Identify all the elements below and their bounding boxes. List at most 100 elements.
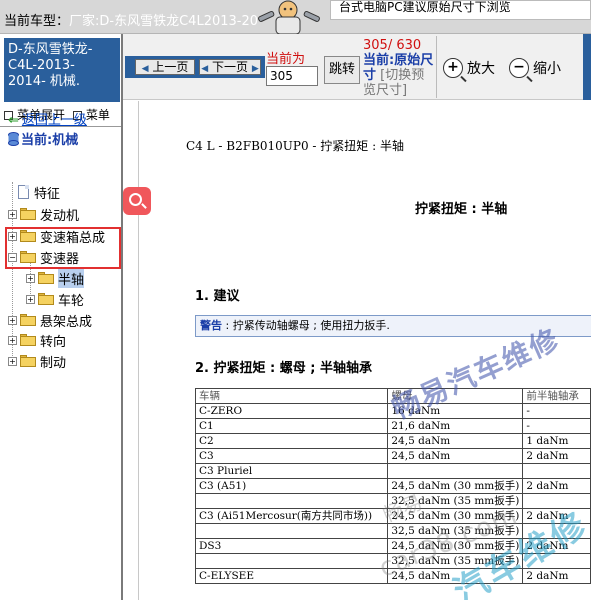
section-heading: 1. 建议 bbox=[195, 289, 240, 304]
table-cell: 32,5 daNm (35 mm扳手) bbox=[387, 553, 524, 569]
document-title: 拧紧扭矩 : 半轴 bbox=[415, 202, 508, 217]
table-header-row: 车辆 螺母 前半轴轴承 bbox=[194, 388, 591, 404]
arrow-left-icon: ◀ bbox=[141, 64, 149, 74]
table-row: C3 Pluriel bbox=[194, 463, 591, 479]
app-window: 当前车型：厂家:D-东风雪铁龙C4L2013-20 台式电脑PC建议原始尺寸下浏… bbox=[0, 0, 591, 600]
folder-icon bbox=[38, 293, 54, 305]
tree-item-engine[interactable]: + 发动机 bbox=[8, 204, 79, 224]
table-cell: 24,5 daNm (30 mm扳手) bbox=[387, 478, 524, 494]
table-header-cell: 螺母 bbox=[387, 388, 524, 404]
table-cell: C3 (Ai51Mercosur(南方共同市场)) bbox=[194, 508, 389, 524]
table-cell: C3 (A51) bbox=[194, 478, 389, 494]
table-cell: 21,6 daNm bbox=[387, 418, 524, 434]
table-row: C3 (Ai51Mercosur(南方共同市场)) 24,5 daNm (30 m… bbox=[194, 508, 591, 524]
table-cell: 1 daNm bbox=[522, 433, 591, 449]
table-row: 32,5 daNm (35 mm扳手) bbox=[194, 523, 591, 539]
divider bbox=[436, 36, 437, 98]
table-row: C-ZERO 16 daNm - bbox=[194, 403, 591, 419]
scrollbar[interactable] bbox=[583, 34, 591, 100]
table-row: C3 (A51) 24,5 daNm (30 mm扳手) 2 daNm bbox=[194, 478, 591, 494]
vehicle-title-line: 2014- 机械. bbox=[8, 74, 81, 89]
table-cell: 32,5 daNm (35 mm扳手) bbox=[387, 523, 524, 539]
document-viewer: C4 L - B2FB010UP0 - 拧紧扭矩 : 半轴 拧紧扭矩 : 半轴 … bbox=[123, 101, 591, 600]
tree-item-brake[interactable]: + 制动 bbox=[8, 351, 66, 371]
table-cell: 24,5 daNm (30 mm扳手) bbox=[387, 508, 524, 524]
back-arrow-icon: ⇐ bbox=[8, 113, 19, 128]
tree-item-wheel[interactable]: + 车轮 bbox=[26, 289, 84, 309]
table-cell bbox=[522, 463, 591, 479]
jump-button[interactable]: 跳转 bbox=[324, 56, 360, 84]
table-cell: 32,5 daNm (35 mm扳手) bbox=[387, 493, 524, 509]
table-header-cell: 前半轴轴承 bbox=[522, 388, 591, 404]
warning-box: 警告 : 拧紧传动轴螺母 ; 使用扭力扳手. bbox=[195, 315, 591, 337]
current-page-label: 当前为 bbox=[266, 52, 306, 67]
table-cell: - bbox=[522, 403, 591, 419]
table-cell: 24,5 daNm (30 mm扳手) bbox=[387, 538, 524, 554]
table-cell: DS3 bbox=[194, 538, 389, 554]
zoom-in-icon: + bbox=[443, 58, 463, 78]
current-node: 当前:机械 bbox=[8, 129, 78, 148]
table-cell: 2 daNm bbox=[522, 508, 591, 524]
table-cell: C-ELYSEE bbox=[194, 568, 389, 584]
expand-plus-icon[interactable]: + bbox=[26, 273, 35, 283]
table-cell: 2 daNm bbox=[522, 448, 591, 464]
table-cell bbox=[522, 553, 591, 569]
table-cell bbox=[387, 463, 524, 479]
arrow-right-icon: ▶ bbox=[251, 64, 259, 74]
table-cell: 24,5 daNm bbox=[387, 568, 524, 584]
folder-icon bbox=[20, 314, 36, 326]
database-icon bbox=[8, 132, 19, 146]
folder-icon bbox=[20, 355, 36, 367]
next-page-button[interactable]: ◀ 下一页 ▶ bbox=[199, 59, 261, 75]
zoom-out-button[interactable]: − 缩小 bbox=[509, 56, 561, 80]
vehicle-title-block: D-东风雪铁龙- C4L-2013- 2014- 机械. bbox=[4, 38, 120, 102]
expand-plus-icon[interactable]: + bbox=[8, 356, 17, 366]
search-button[interactable] bbox=[123, 187, 151, 215]
table-cell: 16 daNm bbox=[387, 403, 524, 419]
tree-item-half-shaft[interactable]: + 半轴 bbox=[26, 268, 85, 288]
tree-item-suspension[interactable]: + 悬架总成 bbox=[8, 310, 92, 330]
table-row: C-ELYSEE 24,5 daNm 2 daNm bbox=[194, 568, 591, 584]
document-icon bbox=[18, 185, 29, 199]
mascot-icon bbox=[258, 0, 320, 34]
table-cell: C-ZERO bbox=[194, 403, 389, 419]
prev-page-button[interactable]: ◀ 上一页 bbox=[135, 59, 195, 75]
table-header-cell: 车辆 bbox=[194, 388, 389, 404]
tree-item-steering[interactable]: + 转向 bbox=[8, 330, 66, 350]
page-number-input[interactable] bbox=[266, 66, 318, 86]
table-cell bbox=[194, 493, 389, 509]
expand-plus-icon[interactable]: + bbox=[8, 315, 17, 325]
back-link[interactable]: ⇐ 返回上一级 bbox=[8, 109, 87, 128]
expand-plus-icon[interactable]: + bbox=[8, 209, 17, 219]
document-header: C4 L - B2FB010UP0 - 拧紧扭矩 : 半轴 bbox=[186, 139, 404, 153]
folder-icon bbox=[20, 208, 36, 220]
zoom-in-button[interactable]: + 放大 bbox=[443, 56, 495, 80]
table-cell: - bbox=[522, 418, 591, 434]
table-cell: 24,5 daNm bbox=[387, 433, 524, 449]
zoom-out-icon: − bbox=[509, 58, 529, 78]
top-bar: 当前车型：厂家:D-东风雪铁龙C4L2013-20 台式电脑PC建议原始尺寸下浏… bbox=[0, 0, 591, 34]
tree-item-feature[interactable]: 特征 bbox=[18, 182, 60, 202]
current-vehicle: 当前车型：厂家:D-东风雪铁龙C4L2013-20 bbox=[4, 10, 258, 29]
table-cell: 24,5 daNm bbox=[387, 448, 524, 464]
table-cell: C1 bbox=[194, 418, 389, 434]
page-info: 305/ 630 当前:原始尺寸 [切换预览尺寸] bbox=[363, 38, 434, 98]
table-cell bbox=[194, 553, 389, 569]
table-cell: C3 Pluriel bbox=[194, 463, 389, 479]
expand-plus-icon[interactable]: + bbox=[8, 335, 17, 345]
expand-plus-icon[interactable]: + bbox=[26, 294, 35, 304]
table-cell: 2 daNm bbox=[522, 478, 591, 494]
browse-notice: 台式电脑PC建议原始尺寸下浏览 bbox=[330, 0, 591, 20]
table-cell bbox=[194, 523, 389, 539]
table-cell bbox=[522, 493, 591, 509]
table-row: 32,5 daNm (35 mm扳手) bbox=[194, 553, 591, 569]
section-heading: 2. 拧紧扭矩 : 螺母 ; 半轴轴承 bbox=[195, 361, 373, 376]
table-cell: 2 daNm bbox=[522, 538, 591, 554]
folder-icon bbox=[20, 334, 36, 346]
page-nav-group: ◀ 上一页 ◀ 下一页 ▶ bbox=[125, 56, 265, 78]
table-cell: 2 daNm bbox=[522, 568, 591, 584]
torque-table: 车辆 螺母 前半轴轴承 C-ZERO 16 daNm - C1 21,6 daNm - C2… bbox=[194, 388, 591, 584]
divider bbox=[138, 101, 139, 600]
table-row: C2 24,5 daNm 1 daNm bbox=[194, 433, 591, 449]
vehicle-title-line: C4L-2013- bbox=[8, 58, 75, 73]
